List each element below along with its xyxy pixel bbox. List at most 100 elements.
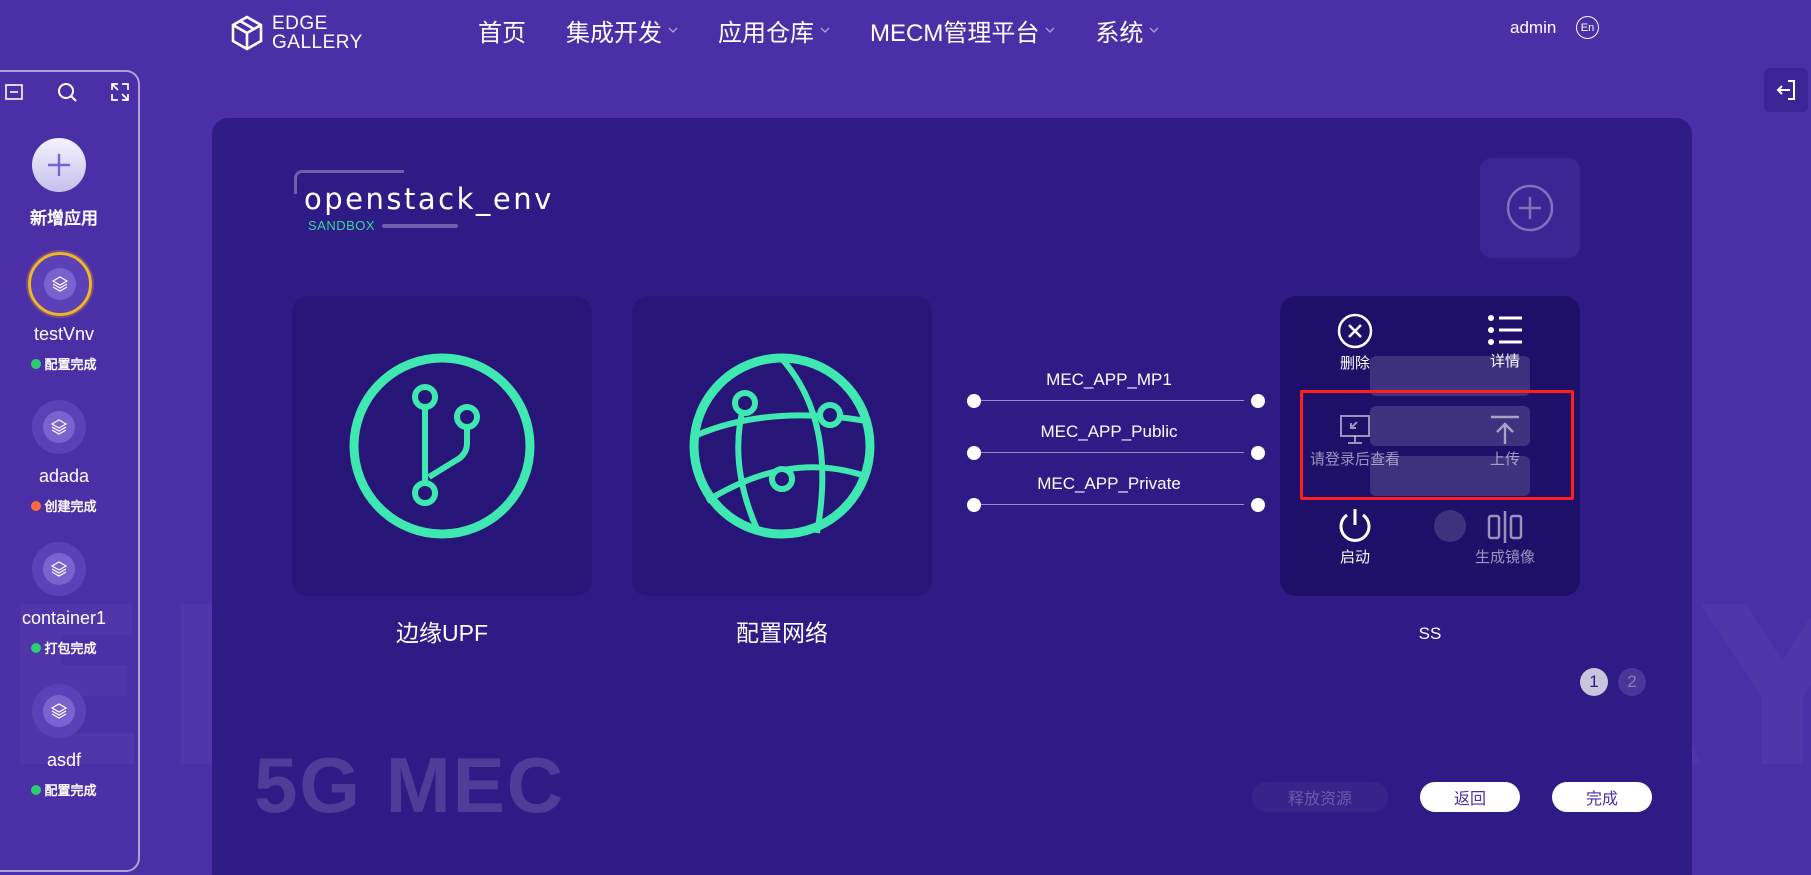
list-icon — [1488, 315, 1522, 345]
network-label: MEC_APP_Private — [1037, 474, 1181, 493]
detail-label: 详情 — [1489, 353, 1520, 370]
chevron-down-icon — [820, 27, 830, 33]
nav-menu: 首页 集成开发 应用仓库 MECM管理平台 系统 — [478, 14, 1199, 47]
app-status-label: 打包完成 — [44, 641, 97, 656]
page-button-1[interactable]: 1 — [1580, 668, 1608, 696]
layers-icon — [51, 276, 69, 292]
delete-action[interactable]: 删除 — [1280, 312, 1430, 373]
app-avatar[interactable] — [28, 252, 92, 316]
layers-icon — [50, 419, 68, 435]
chevron-down-icon — [1149, 27, 1159, 33]
user-name[interactable]: admin — [1510, 18, 1556, 38]
collapse-icon — [5, 84, 23, 100]
layers-icon — [50, 561, 68, 577]
network-port-right[interactable] — [1251, 394, 1265, 408]
delete-label: 删除 — [1339, 355, 1370, 372]
panel-watermark-title: 5G MEC — [254, 741, 566, 829]
status-dot-icon — [31, 500, 42, 511]
network-line — [974, 504, 1244, 505]
release-resources-button[interactable]: 释放资源 — [1252, 782, 1388, 812]
nav-mecm[interactable]: MECM管理平台 — [870, 14, 1055, 47]
nav-appstore-label: 应用仓库 — [718, 19, 814, 47]
upf-card[interactable] — [292, 296, 592, 596]
globe-network-icon — [689, 353, 875, 539]
language-toggle[interactable]: En — [1576, 16, 1599, 39]
logout-button[interactable] — [1764, 68, 1808, 112]
app-status-label: 创建完成 — [44, 499, 97, 514]
add-app-button[interactable] — [32, 138, 86, 192]
status-dot-icon — [31, 358, 42, 369]
app-status-label: 配置完成 — [44, 357, 97, 372]
network-port-left[interactable] — [967, 498, 981, 512]
app-status: 配置完成 — [0, 780, 134, 799]
nav-system-label: 系统 — [1095, 19, 1144, 47]
app-status: 配置完成 — [0, 354, 134, 373]
network-label: MEC_APP_MP1 — [1046, 370, 1172, 389]
chevron-down-icon — [668, 27, 678, 33]
sidebar-toolbar — [2, 80, 132, 104]
env-name: openstack_env — [304, 182, 554, 216]
app-name: container1 — [21, 608, 107, 628]
done-button[interactable]: 完成 — [1552, 782, 1652, 812]
add-app-label[interactable]: 新增应用 — [0, 204, 134, 229]
app-avatar[interactable] — [32, 542, 86, 596]
logout-icon — [1776, 80, 1795, 100]
network-port-left[interactable] — [967, 446, 981, 460]
detail-action[interactable]: 详情 — [1430, 312, 1580, 371]
brand-text: EDGE GALLERY — [272, 14, 363, 52]
app-name: adada — [38, 466, 90, 486]
nav-system[interactable]: 系统 — [1095, 14, 1159, 47]
collapse-button[interactable] — [2, 80, 26, 104]
expand-icon — [111, 83, 129, 101]
network-port-right[interactable] — [1251, 498, 1265, 512]
nav-appstore[interactable]: 应用仓库 — [718, 14, 830, 47]
split-icon — [1487, 511, 1523, 543]
app-name: testVnv — [33, 324, 95, 344]
status-dot-icon — [31, 784, 42, 795]
search-icon — [58, 83, 77, 102]
app-card-label: SS — [1418, 624, 1442, 643]
sandbox-panel: openstack_env SANDBOX 边缘UPF 配置网络 MEC_APP… — [212, 118, 1692, 875]
chevron-down-icon — [1045, 27, 1055, 33]
brand-line2: GALLERY — [272, 32, 363, 53]
app-name: asdf — [46, 750, 82, 770]
upf-card-label: 边缘UPF — [396, 620, 488, 646]
add-service-button[interactable] — [1480, 158, 1580, 258]
nav-home[interactable]: 首页 — [478, 14, 526, 47]
expand-button[interactable] — [108, 80, 132, 104]
network-port-left[interactable] — [967, 394, 981, 408]
logo[interactable]: EDGE GALLERY — [230, 14, 363, 52]
cube-logo-icon — [231, 15, 263, 51]
app-avatar-inner — [43, 695, 75, 727]
start-action[interactable]: 启动 — [1280, 506, 1430, 567]
app-avatar-inner — [44, 268, 76, 300]
branch-icon — [349, 353, 535, 539]
power-icon — [1339, 509, 1371, 542]
app-avatar[interactable] — [32, 400, 86, 454]
network-port-right[interactable] — [1251, 446, 1265, 460]
build-image-label: 生成镜像 — [1474, 549, 1535, 566]
app-avatar-inner — [43, 411, 75, 443]
close-circle-icon — [1337, 313, 1373, 349]
build-image-action[interactable]: 生成镜像 — [1430, 510, 1580, 567]
env-subtitle: SANDBOX — [308, 218, 376, 233]
top-nav: EDGE GALLERY 首页 集成开发 应用仓库 MECM管理平台 系统 ad… — [0, 0, 1811, 60]
network-card-label: 配置网络 — [736, 620, 828, 646]
app-avatar[interactable] — [32, 684, 86, 738]
layers-icon — [50, 703, 68, 719]
search-button[interactable] — [55, 80, 79, 104]
page-button-2[interactable]: 2 — [1618, 668, 1646, 696]
app-sidebar: 新增应用 testVnv 配置完成 adada 创建完成 container1 … — [0, 70, 140, 872]
brand-line1: EDGE — [272, 13, 328, 34]
network-card[interactable] — [632, 296, 932, 596]
network-line — [974, 452, 1244, 453]
back-button[interactable]: 返回 — [1420, 782, 1520, 812]
nav-home-label: 首页 — [478, 19, 526, 47]
plus-circle-icon — [1506, 184, 1554, 232]
nav-develop[interactable]: 集成开发 — [566, 14, 678, 47]
app-status: 创建完成 — [0, 496, 134, 515]
status-dot-icon — [31, 642, 42, 653]
env-underline — [382, 224, 458, 228]
nav-mecm-label: MECM管理平台 — [870, 19, 1040, 47]
network-label: MEC_APP_Public — [1040, 422, 1178, 441]
